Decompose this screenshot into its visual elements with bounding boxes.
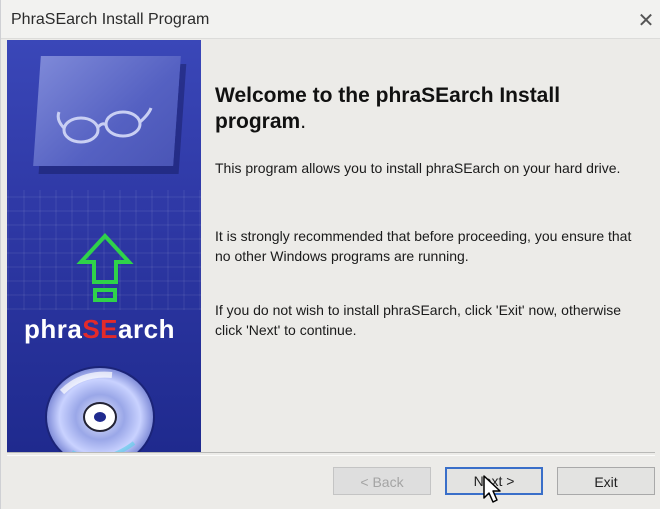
welcome-heading: Welcome to the phraSEarch Install progra… [215,84,561,133]
close-icon[interactable]: ✕ [635,10,657,32]
mouse-pointer-icon [483,475,501,503]
instructions-text: If you do not wish to install phraSEarch… [215,302,622,338]
installer-window: PhraSEarch Install Program ✕ phraSEarch [0,0,660,509]
exit-button[interactable]: Exit [557,467,655,495]
glasses-icon [56,107,153,144]
title-bar: PhraSEarch Install Program ✕ [1,0,660,39]
up-arrow-icon [76,233,134,302]
welcome-content: Welcome to the phraSEarch Install progra… [201,40,651,452]
sidebar-banner: phraSEarch [7,40,201,452]
back-button[interactable]: < Back [333,467,431,495]
window-title: PhraSEarch Install Program [11,11,210,28]
cd-disc-icon [45,366,155,452]
button-divider [7,452,655,456]
intro-text: This program allows you to install phraS… [215,160,621,176]
product-logo: phraSEarch [24,314,175,344]
recommendation-text: It is strongly recommended that before p… [215,228,632,264]
